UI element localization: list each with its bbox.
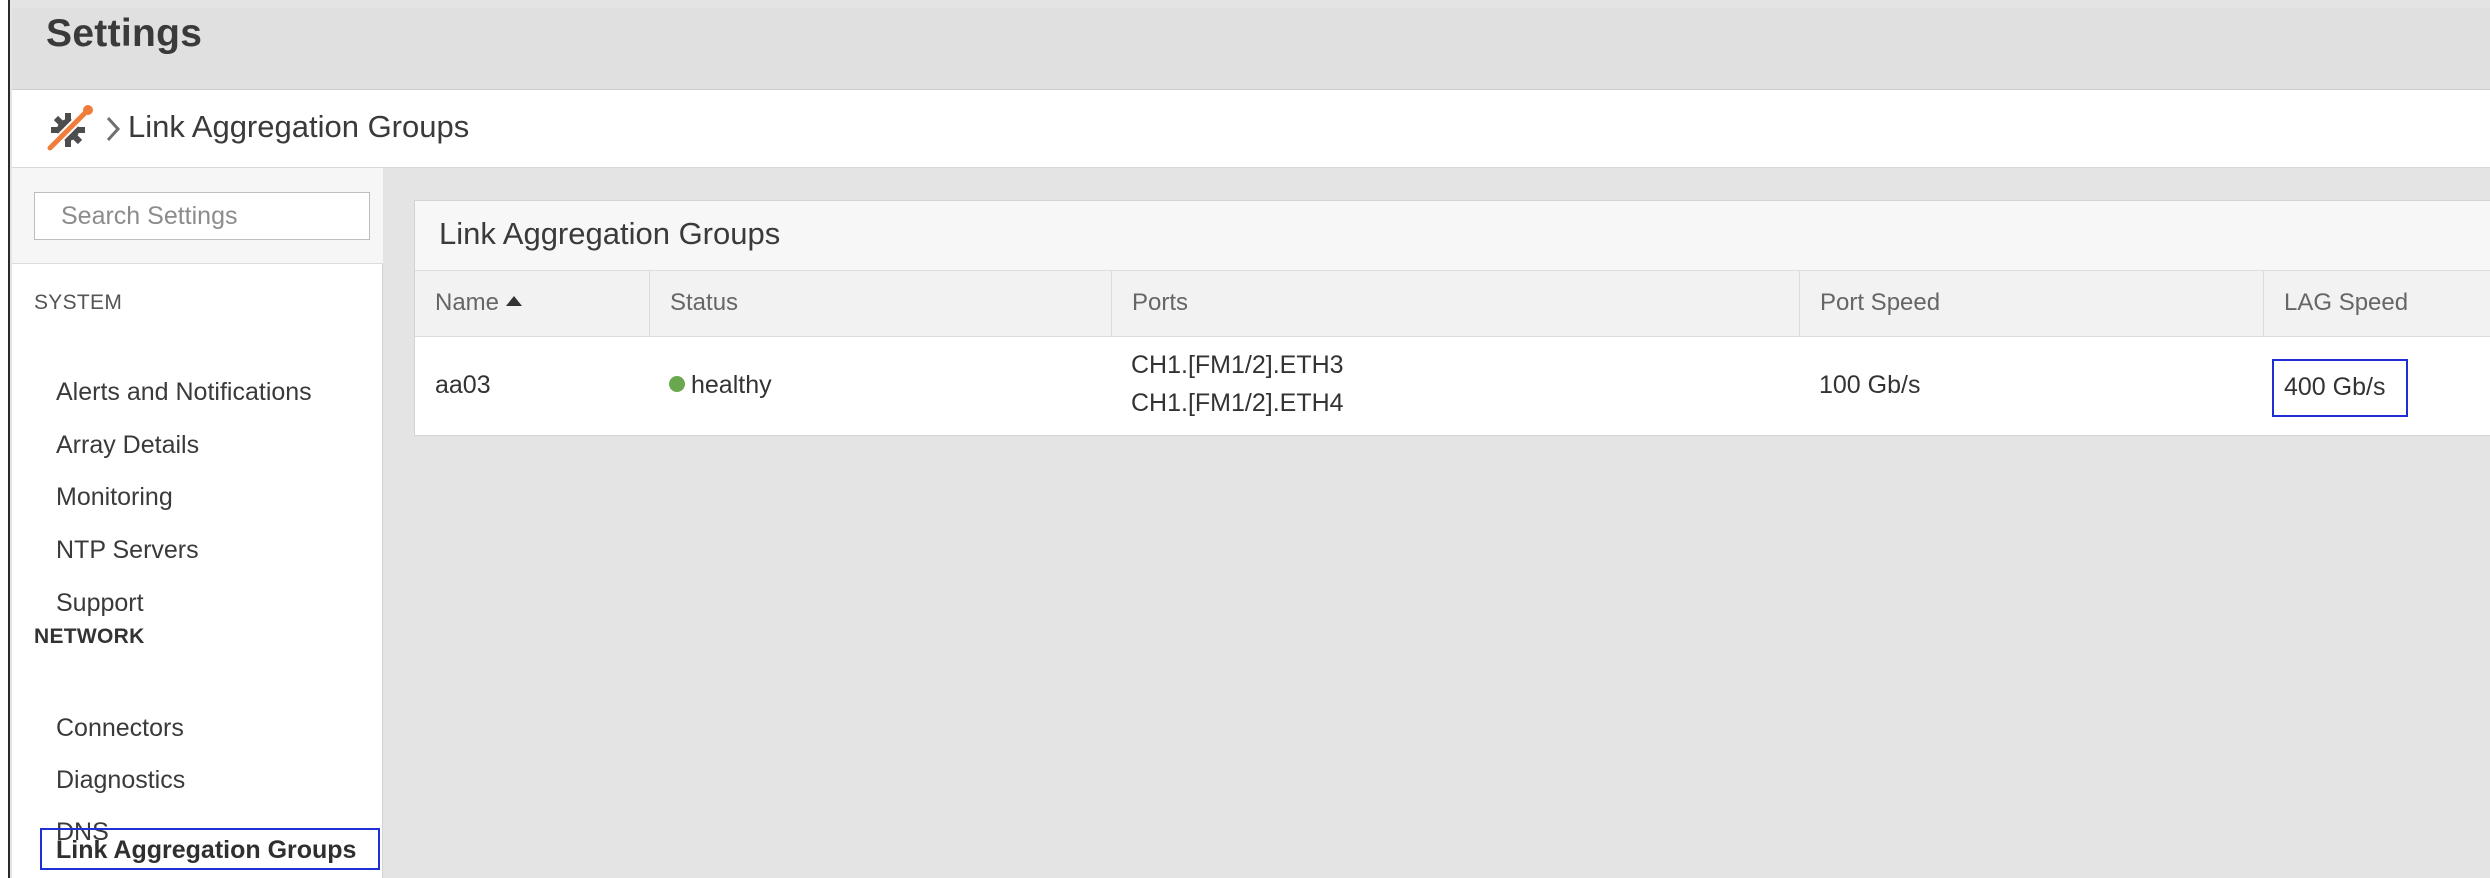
page-title: Settings xyxy=(46,12,203,55)
settings-sidebar: SYSTEM Alerts and Notifications Array De… xyxy=(12,168,383,878)
cell-ports-2: CH1.[FM1/2].ETH4 xyxy=(1131,389,1344,417)
cell-status: healthy xyxy=(669,371,772,400)
gear-tools-icon[interactable] xyxy=(44,104,96,154)
sidebar-item-alerts-and-notifications[interactable]: Alerts and Notifications xyxy=(56,378,312,407)
section-label-system: SYSTEM xyxy=(34,291,123,314)
search-area xyxy=(12,168,383,264)
status-healthy-icon xyxy=(669,376,685,393)
cell-lag-speed: 400 Gb/s xyxy=(2272,359,2408,417)
status-text: healthy xyxy=(691,371,772,399)
sidebar-item-connectors[interactable]: Connectors xyxy=(56,714,184,743)
settings-app: Settings Link Aggregation Groups Search … xyxy=(0,0,2490,878)
column-header-lag-speed[interactable]: LAG Speed xyxy=(2263,271,2490,337)
sidebar-item-monitoring[interactable]: Monitoring xyxy=(56,483,173,512)
sidebar-item-diagnostics[interactable]: Diagnostics xyxy=(56,766,185,795)
sidebar-item-array-details[interactable]: Array Details xyxy=(56,431,199,460)
header-bar: Settings xyxy=(12,8,2490,90)
main-content: Link Aggregation Groups Name Status Port… xyxy=(384,168,2490,878)
chevron-right-icon xyxy=(106,116,121,142)
sidebar-item-support[interactable]: Support xyxy=(56,589,144,618)
sort-ascending-icon xyxy=(506,295,523,306)
cell-ports-1: CH1.[FM1/2].ETH3 xyxy=(1131,351,1344,379)
cell-name: aa03 xyxy=(435,371,491,399)
breadcrumb: Link Aggregation Groups xyxy=(12,90,2490,168)
column-header-ports[interactable]: Ports xyxy=(1111,271,1799,337)
section-label-network: NETWORK xyxy=(34,625,145,648)
panel-header: Link Aggregation Groups xyxy=(415,201,2490,271)
table-header: Name Status Ports Port Speed LAG Speed xyxy=(415,271,2490,337)
column-header-port-speed[interactable]: Port Speed xyxy=(1799,271,2263,337)
table-row[interactable]: aa03 healthy CH1.[FM1/2].ETH3 CH1.[FM1/2… xyxy=(415,337,2490,435)
column-header-label: Name xyxy=(435,289,500,316)
lag-panel: Link Aggregation Groups Name Status Port… xyxy=(414,200,2490,436)
sidebar-item-ntp-servers[interactable]: NTP Servers xyxy=(56,536,199,565)
cell-port-speed: 100 Gb/s xyxy=(1819,371,1921,399)
column-header-status[interactable]: Status xyxy=(649,271,1111,337)
sidebar-item-link-aggregation-groups[interactable]: Link Aggregation Groups xyxy=(40,828,380,870)
window-edge xyxy=(0,0,10,878)
panel-title: Link Aggregation Groups xyxy=(439,216,781,251)
column-header-name[interactable]: Name xyxy=(415,271,649,337)
search-input[interactable] xyxy=(34,192,370,240)
breadcrumb-current: Link Aggregation Groups xyxy=(128,109,470,144)
